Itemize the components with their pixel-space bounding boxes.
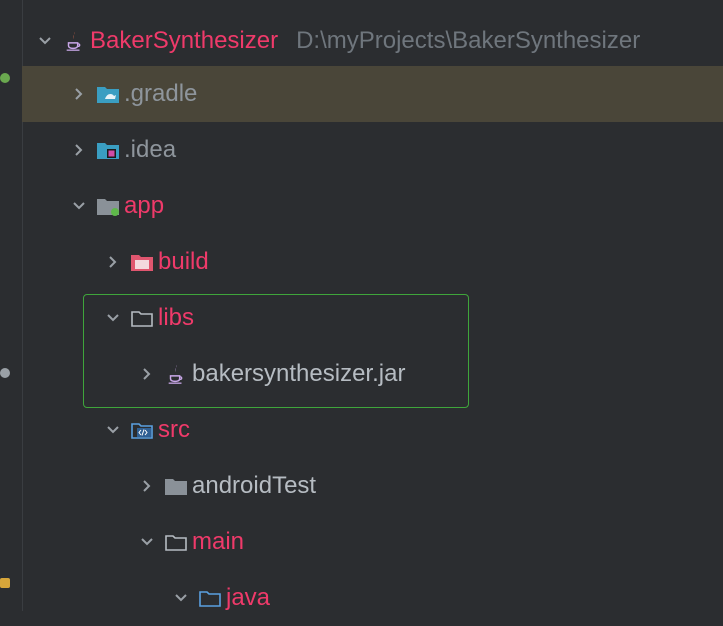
tree-item-main[interactable]: main <box>22 514 723 570</box>
project-tree: BakerSynthesizer D:\myProjects\BakerSynt… <box>22 16 723 611</box>
tree-item-label: src <box>158 416 190 443</box>
module-folder-icon <box>96 195 120 217</box>
tree-item-label: .gradle <box>124 80 198 107</box>
gradle-folder-icon <box>96 83 120 105</box>
chevron-right-icon[interactable] <box>136 475 158 497</box>
chevron-right-icon[interactable] <box>68 83 90 105</box>
chevron-right-icon[interactable] <box>102 251 124 273</box>
tree-item-androidtest[interactable]: androidTest <box>22 458 723 514</box>
project-path: D:\myProjects\BakerSynthesizer <box>296 27 641 54</box>
chevron-down-icon[interactable] <box>136 531 158 553</box>
chevron-right-icon[interactable] <box>136 363 158 385</box>
tree-item-libs[interactable]: libs <box>22 290 723 346</box>
folder-icon <box>164 475 188 497</box>
tree-item-label: app <box>124 192 165 219</box>
status-dot-icon <box>0 73 10 83</box>
build-folder-icon <box>130 251 154 273</box>
tree-item-build[interactable]: build <box>22 234 723 290</box>
tree-item-label: androidTest <box>192 472 317 499</box>
tree-item-label: main <box>192 528 245 555</box>
project-name: BakerSynthesizer <box>90 27 279 54</box>
tree-item-java[interactable]: java <box>22 570 723 626</box>
tool-window-tab[interactable] <box>3 150 17 340</box>
tree-item-label: bakersynthesizer.jar <box>192 360 406 387</box>
tree-item-idea[interactable]: .idea <box>22 122 723 178</box>
tool-window-tab[interactable] <box>3 440 17 570</box>
chevron-down-icon[interactable] <box>34 30 56 52</box>
tree-item-app[interactable]: app <box>22 178 723 234</box>
tree-item-label: build <box>158 248 209 275</box>
folder-icon <box>198 587 222 609</box>
folder-icon <box>164 531 188 553</box>
left-tool-strip <box>0 0 23 611</box>
java-project-icon <box>62 30 86 52</box>
tree-item-src[interactable]: src <box>22 402 723 458</box>
chevron-down-icon[interactable] <box>170 587 192 609</box>
tree-item-gradle[interactable]: .gradle <box>22 66 723 122</box>
jar-icon <box>164 363 188 385</box>
chevron-down-icon[interactable] <box>102 419 124 441</box>
tree-item-label: libs <box>158 304 195 331</box>
status-dot-icon <box>0 368 10 378</box>
folder-icon <box>130 307 154 329</box>
chevron-down-icon[interactable] <box>102 307 124 329</box>
tree-root[interactable]: BakerSynthesizer D:\myProjects\BakerSynt… <box>22 16 723 66</box>
tree-item-jar[interactable]: bakersynthesizer.jar <box>22 346 723 402</box>
chevron-down-icon[interactable] <box>68 195 90 217</box>
status-dot-icon <box>0 578 10 588</box>
tree-item-label: java <box>226 584 271 611</box>
source-folder-icon <box>130 419 154 441</box>
tree-item-label: .idea <box>124 136 177 163</box>
chevron-right-icon[interactable] <box>68 139 90 161</box>
idea-folder-icon <box>96 139 120 161</box>
